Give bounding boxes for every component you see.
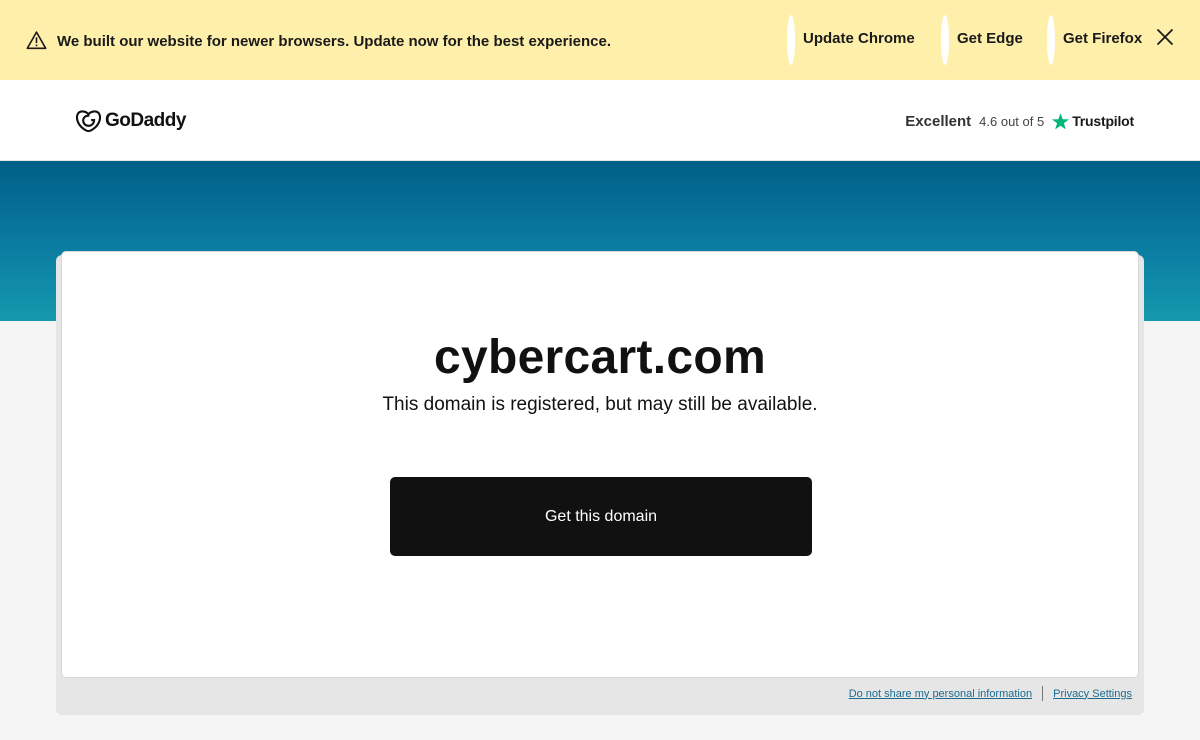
trustpilot-star-icon	[1052, 112, 1070, 129]
logo-text: GoDaddy	[105, 110, 186, 131]
warning-triangle-icon	[26, 31, 47, 50]
rating-score: 4.6 out of 5	[979, 113, 1045, 129]
godaddy-logo[interactable]: GoDaddy	[75, 108, 186, 134]
pill-decoration	[1047, 15, 1055, 65]
banner-message: We built our website for newer browsers.…	[57, 33, 612, 50]
domain-status: This domain is registered, but may still…	[382, 394, 818, 415]
update-chrome-link[interactable]: Update Chrome	[803, 30, 915, 47]
godaddy-logo-icon	[75, 110, 102, 133]
footer-links: Do not share my personal information Pri…	[849, 686, 1132, 701]
get-firefox-link[interactable]: Get Firefox	[1063, 30, 1142, 47]
get-domain-button[interactable]: Get this domain	[390, 477, 812, 556]
pill-decoration	[787, 15, 795, 65]
privacy-settings-link[interactable]: Privacy Settings	[1053, 688, 1132, 700]
footer-divider	[1042, 686, 1044, 701]
browser-update-banner: We built our website for newer browsers.…	[0, 0, 1200, 80]
pill-decoration	[941, 15, 949, 65]
close-icon[interactable]	[1156, 28, 1174, 46]
domain-card: cybercart.com This domain is registered,…	[61, 251, 1139, 678]
rating-word: Excellent	[905, 112, 972, 130]
site-header: GoDaddy Excellent 4.6 out of 5 Trustpilo…	[0, 80, 1200, 161]
trustpilot-brand: Trustpilot	[1072, 113, 1134, 129]
domain-name: cybercart.com	[433, 331, 767, 384]
get-edge-link[interactable]: Get Edge	[957, 30, 1023, 47]
do-not-share-link[interactable]: Do not share my personal information	[849, 688, 1032, 700]
trustpilot-rating[interactable]: Excellent 4.6 out of 5 Trustpilot	[905, 108, 1134, 134]
